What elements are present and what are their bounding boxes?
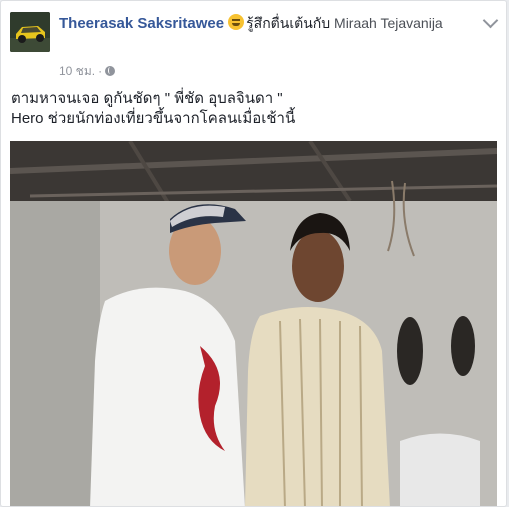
post-text-line-1: ตามหาจนเจอ ดูกันชัดๆ " พี่ชัด อุบลจินดา … <box>11 90 283 107</box>
post-meta: 10 ชม. · <box>59 62 116 81</box>
feeling-text: รู้สึกตื่นเต้นกับ <box>246 15 331 31</box>
post-card: Theerasak Saksritawee รู้สึกตื่นเต้นกับ M… <box>0 0 507 507</box>
meta-separator: · <box>98 64 103 78</box>
laughing-face-icon <box>228 14 245 30</box>
author-name[interactable]: Theerasak Saksritawee <box>59 15 224 32</box>
post-time[interactable]: 10 ชม. <box>59 64 95 78</box>
post-text: ตามหาจนเจอ ดูกันชัดๆ " พี่ชัด อุบลจินดา … <box>11 89 491 129</box>
author-avatar[interactable] <box>10 12 50 52</box>
post-header: Theerasak Saksritawee รู้สึกตื่นเต้นกับ M… <box>59 13 479 34</box>
post-text-line-2: Hero ช่วยนักท่องเที่ยวขึ้นจากโคลนเมื่อเช… <box>11 110 296 127</box>
post-photo[interactable] <box>10 141 497 506</box>
chevron-down-icon[interactable] <box>482 12 499 29</box>
globe-icon[interactable] <box>105 66 116 76</box>
tagged-person[interactable]: Miraah Tejavanija <box>334 15 443 31</box>
